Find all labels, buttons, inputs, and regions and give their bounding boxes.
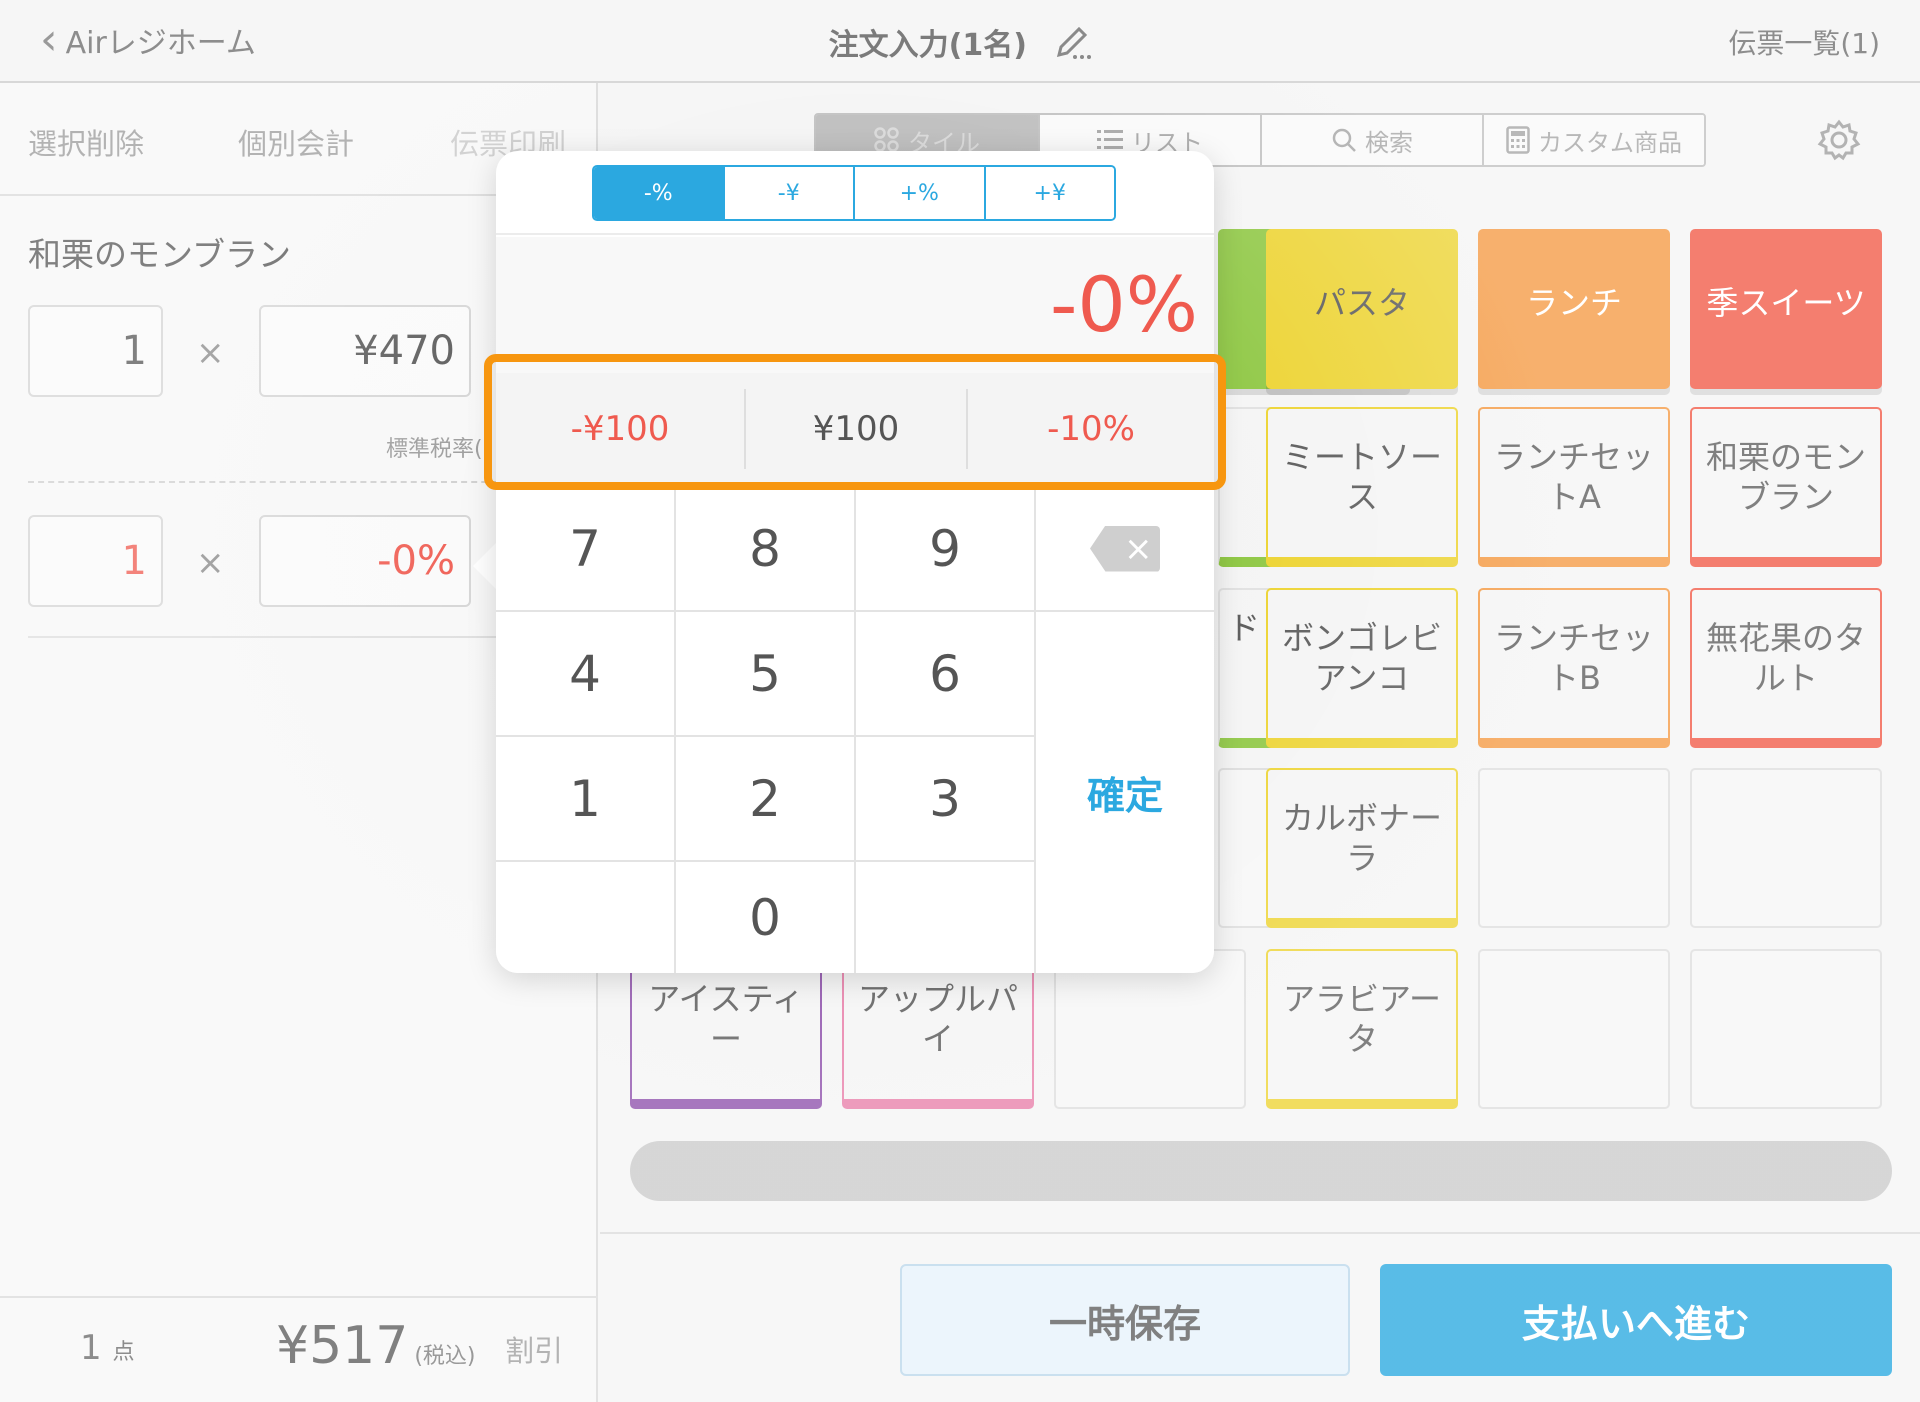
popover-divider [496,233,1214,235]
tab-search-label: 検索 [1365,128,1413,157]
category-tile-pasta[interactable]: パスタ [1266,229,1458,389]
key-blank [496,862,676,973]
discount-button[interactable]: 割引 [505,1328,563,1370]
empty-tile [1478,949,1670,1109]
tab-custom-product-label: カスタム商品 [1538,128,1682,157]
key-1[interactable]: 1 [496,737,676,862]
key-blank [856,862,1036,973]
total-amount: ¥517 (税込) [276,1316,476,1376]
backspace-glyph: × [1124,528,1153,569]
quantity-field[interactable]: 1 [28,305,163,397]
key-8[interactable]: 8 [676,487,856,612]
preset-100-yen[interactable]: ¥100 [744,389,968,469]
key-5[interactable]: 5 [676,612,856,737]
partial-tile-label: ド [1228,609,1261,647]
individual-payment-button[interactable]: 個別会計 [238,121,354,163]
order-summary: 1 点 ¥517 (税込) 割引 [0,1296,598,1402]
horizontal-scrollbar[interactable] [630,1141,1892,1201]
category-tile-lunch[interactable]: ランチ [1478,229,1670,389]
item-count-value: 1 [80,1328,102,1368]
times-sign: × [196,543,225,583]
order-item-name: 和栗のモンブラン [28,235,292,274]
discount-quantity-field[interactable]: 1 [28,515,163,607]
key-7[interactable]: 7 [496,487,676,612]
gear-icon[interactable] [1817,118,1861,166]
key-0[interactable]: 0 [676,862,856,973]
tax-note: 標準税率( [386,437,483,462]
discount-mode-selector: -% -¥ +% +¥ [592,165,1116,221]
category-tile-sweets[interactable]: 季スイーツ [1690,229,1882,389]
preset-minus-10-percent[interactable]: -10% [968,373,1214,485]
key-6[interactable]: 6 [856,612,1036,737]
calculator-icon [1506,126,1530,154]
search-icon [1332,128,1356,152]
empty-tile [1478,768,1670,928]
mode-plus-percent[interactable]: +% [853,167,984,219]
total-value: ¥517 [276,1316,409,1376]
tab-search[interactable]: 検索 [1260,115,1482,165]
save-button[interactable]: 一時保存 [900,1264,1350,1376]
preset-minus-100-yen[interactable]: -¥100 [496,373,744,485]
price-field[interactable]: ¥470 [259,305,471,397]
product-tile-vongole[interactable]: ボンゴレビアンコ [1266,588,1458,748]
product-tile-carbonara[interactable]: カルボナーラ [1266,768,1458,928]
mode-minus-percent[interactable]: -% [594,167,723,219]
product-tile-arrabbiata[interactable]: アラビアータ [1266,949,1458,1109]
times-sign: × [196,333,225,373]
key-3[interactable]: 3 [856,737,1036,862]
product-tile-lunch-set-b[interactable]: ランチセットB [1478,588,1670,748]
mode-minus-yen[interactable]: -¥ [722,167,853,219]
top-bar: ‹ Airレジホーム 注文入力(1名) 伝票一覧(1) [0,0,1920,83]
pencil-icon[interactable] [1051,23,1092,71]
empty-tile [1690,768,1882,928]
product-tile-fig-tart[interactable]: 無花果のタルト [1690,588,1882,748]
backspace-key[interactable]: × [1036,487,1214,612]
product-tile-marron[interactable]: 和栗のモンブラン [1690,407,1882,567]
page-title-text: 注文入力(1名) [828,28,1027,63]
slip-list-button[interactable]: 伝票一覧(1) [1728,22,1880,62]
discount-keypad-popover: -% -¥ +% +¥ -0% -¥100 ¥100 -10% 7 8 9 × … [496,151,1214,973]
empty-tile [1690,949,1882,1109]
tax-included-label: (税込) [414,1344,476,1369]
key-9[interactable]: 9 [856,487,1036,612]
product-tile-iced-tea[interactable]: アイスティー [630,949,822,1109]
list-icon [1097,130,1123,149]
discount-value-field[interactable]: -0% [259,515,471,607]
pay-button[interactable]: 支払いへ進む [1380,1264,1892,1376]
empty-tile [1054,949,1246,1109]
item-count: 1 点 [80,1328,134,1368]
confirm-button[interactable]: 確定 [1036,612,1214,973]
keypad-display: -0% [496,237,1214,373]
item-count-unit: 点 [112,1340,135,1365]
key-2[interactable]: 2 [676,737,856,862]
page-title: 注文入力(1名) [0,20,1920,71]
tab-custom-product[interactable]: カスタム商品 [1482,115,1704,165]
key-4[interactable]: 4 [496,612,676,737]
delete-selected-button[interactable]: 選択削除 [28,121,144,163]
grid-icon [874,127,899,152]
product-tile-apple-pie[interactable]: アップルパイ [842,949,1034,1109]
preset-discounts: -¥100 ¥100 -10% [496,373,1214,485]
backspace-icon: × [1090,525,1160,572]
product-tile-lunch-set-a[interactable]: ランチセットA [1478,407,1670,567]
product-tile-meat-sauce[interactable]: ミートソース [1266,407,1458,567]
mode-plus-yen[interactable]: +¥ [983,167,1114,219]
